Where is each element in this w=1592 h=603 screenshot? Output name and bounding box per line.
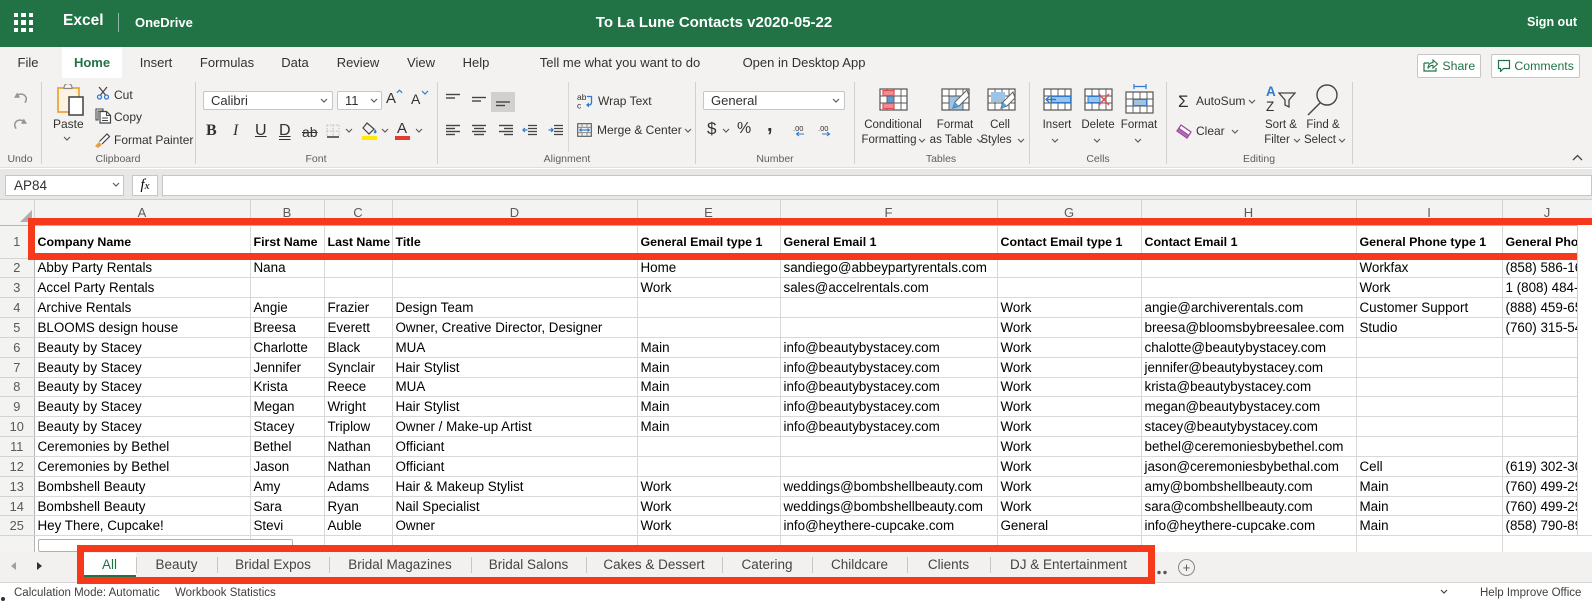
svg-text:.00: .00 (818, 124, 828, 133)
svg-text:.00: .00 (793, 124, 803, 133)
